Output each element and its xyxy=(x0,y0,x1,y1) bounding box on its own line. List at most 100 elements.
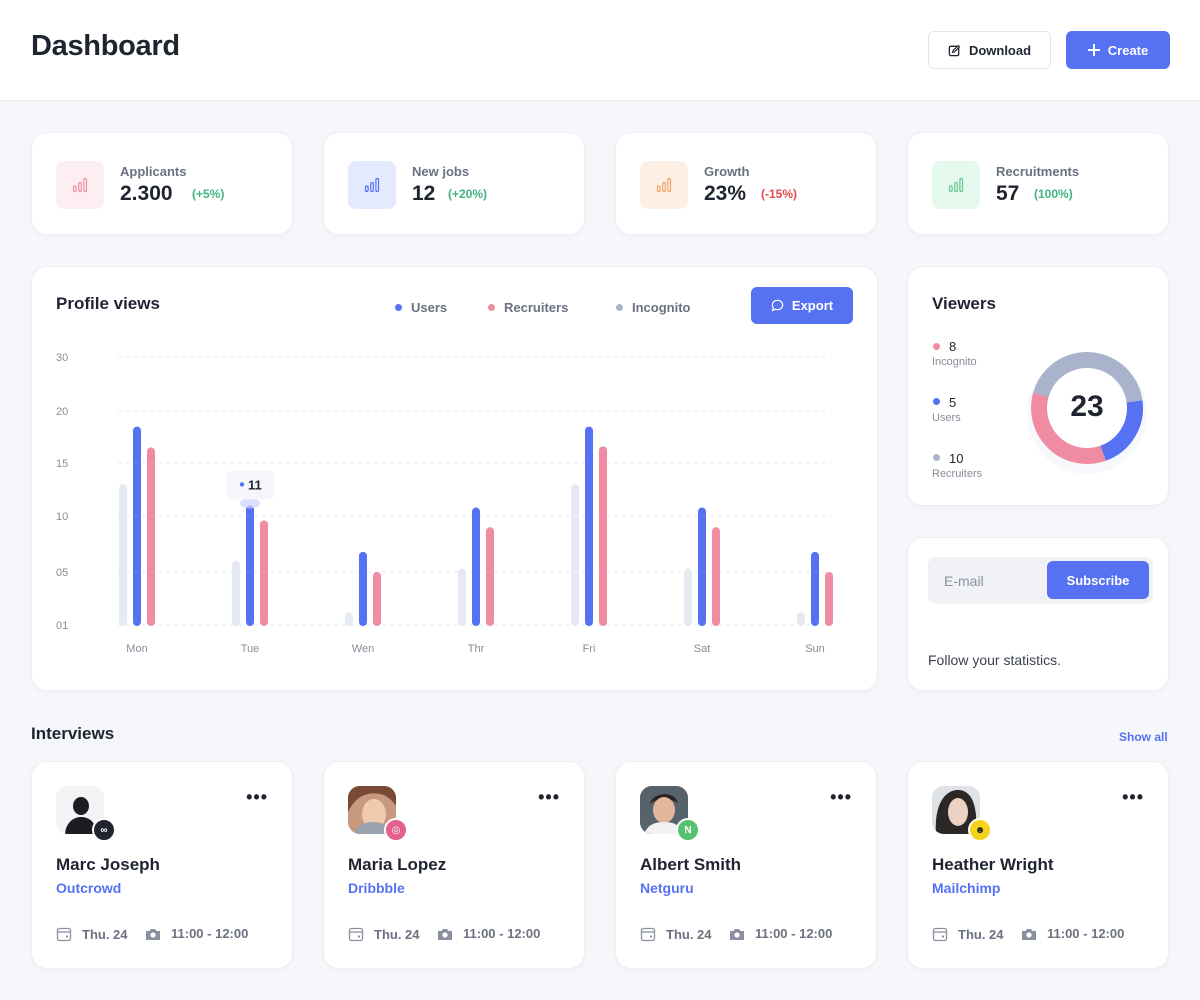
bar-incognito[interactable] xyxy=(119,484,127,626)
person-company[interactable]: Outcrowd xyxy=(56,880,121,896)
viewer-label: Recruiters xyxy=(932,468,983,480)
stat-change: (+5%) xyxy=(192,187,225,201)
email-field-wrapper: Subscribe xyxy=(928,557,1153,604)
bar-recruiters[interactable] xyxy=(825,572,833,626)
x-tick-label: Mon xyxy=(126,643,147,655)
subscribe-button[interactable]: Subscribe xyxy=(1047,561,1149,599)
x-tick-label: Sat xyxy=(694,643,711,655)
interview-card: ☻ ••• Heather Wright Mailchimp Thu. 24 1… xyxy=(907,761,1169,969)
bar-chart-icon xyxy=(56,161,104,209)
stat-label: Recruitments xyxy=(996,164,1080,179)
calendar-icon xyxy=(56,927,72,942)
interviews-title: Interviews xyxy=(31,724,115,743)
outcrowd-logo-icon: ∞ xyxy=(92,818,116,842)
bar-incognito[interactable] xyxy=(797,612,805,626)
y-tick-label: 10 xyxy=(56,511,68,523)
bar-chart-icon xyxy=(348,161,396,209)
stat-value: 23% xyxy=(704,182,747,205)
person-name: Maria Lopez xyxy=(348,855,447,874)
more-options-icon[interactable]: ••• xyxy=(1122,788,1144,806)
viewer-label: Incognito xyxy=(932,356,977,368)
stat-card-new-jobs: New jobs 12 (+20%) xyxy=(323,132,585,235)
interview-time: 11:00 - 12:00 xyxy=(437,926,540,941)
download-button[interactable]: Download xyxy=(928,31,1051,69)
page-title: Dashboard xyxy=(31,30,180,62)
bar-users[interactable] xyxy=(811,551,819,626)
mailchimp-logo-icon: ☻ xyxy=(968,818,992,842)
interview-date: Thu. 24 xyxy=(932,926,1004,942)
x-tick-label: Thr xyxy=(468,643,485,655)
viewer-dot-recruiters xyxy=(933,454,940,461)
x-tick-label: Tue xyxy=(241,643,260,655)
bar-incognito[interactable] xyxy=(345,612,353,626)
bar-recruiters[interactable] xyxy=(486,527,494,626)
bar-recruiters[interactable] xyxy=(712,527,720,626)
camera-icon xyxy=(1022,928,1036,940)
viewer-dot-users xyxy=(933,398,940,405)
bar-recruiters[interactable] xyxy=(373,572,381,626)
viewer-value: 8 xyxy=(949,339,957,354)
interview-date-text: Thu. 24 xyxy=(82,926,128,942)
bar-recruiters[interactable] xyxy=(260,520,268,626)
stat-value: 2.300 xyxy=(120,182,173,205)
more-options-icon[interactable]: ••• xyxy=(830,788,852,806)
stat-change: (-15%) xyxy=(761,187,798,201)
viewers-total: 23 xyxy=(1070,390,1104,423)
bar-chart-icon xyxy=(640,161,688,209)
create-label: Create xyxy=(1107,42,1149,58)
email-field[interactable] xyxy=(928,557,1046,604)
bar-users[interactable] xyxy=(359,551,367,626)
person-name: Heather Wright xyxy=(932,855,1054,874)
bar-users[interactable] xyxy=(133,426,141,626)
top-bar: Dashboard Download Create xyxy=(0,0,1200,101)
stat-card-growth: Growth 23% (-15%) xyxy=(615,132,877,235)
bar-users[interactable] xyxy=(246,505,254,626)
person-company[interactable]: Mailchimp xyxy=(932,880,1000,896)
stat-change: (+20%) xyxy=(448,187,488,201)
stat-change: (100%) xyxy=(1034,187,1073,201)
person-company[interactable]: Netguru xyxy=(640,880,694,896)
stat-label: New jobs xyxy=(412,164,470,179)
viewers-title: Viewers xyxy=(932,294,996,313)
calendar-icon xyxy=(932,927,948,942)
viewer-dot-incognito xyxy=(933,343,940,350)
bar-incognito[interactable] xyxy=(571,484,579,626)
interview-time-text: 11:00 - 12:00 xyxy=(171,926,249,941)
interview-date: Thu. 24 xyxy=(348,926,420,942)
y-tick-label: 30 xyxy=(56,352,68,364)
viewer-value: 5 xyxy=(949,395,957,410)
stat-label: Growth xyxy=(704,164,750,179)
bar-recruiters[interactable] xyxy=(599,446,607,626)
bar-incognito[interactable] xyxy=(684,568,692,626)
y-tick-label: 05 xyxy=(56,567,68,579)
bar-incognito[interactable] xyxy=(458,568,466,626)
interview-date: Thu. 24 xyxy=(56,926,128,942)
interview-date-text: Thu. 24 xyxy=(958,926,1004,942)
create-button[interactable]: Create xyxy=(1066,31,1170,69)
person-company[interactable]: Dribbble xyxy=(348,880,405,896)
camera-icon xyxy=(438,928,452,940)
bar-users[interactable] xyxy=(698,507,706,626)
plus-icon xyxy=(1087,44,1100,56)
x-tick-label: Sun xyxy=(805,643,825,655)
interview-time-text: 11:00 - 12:00 xyxy=(1047,926,1125,941)
interview-date-text: Thu. 24 xyxy=(374,926,420,942)
bar-chart-icon xyxy=(932,161,980,209)
more-options-icon[interactable]: ••• xyxy=(538,788,560,806)
y-tick-label: 20 xyxy=(56,406,68,418)
stat-value: 57 xyxy=(996,182,1020,205)
stat-label: Applicants xyxy=(120,164,187,179)
y-tick-label: 15 xyxy=(56,458,68,470)
show-all-link[interactable]: Show all xyxy=(1119,730,1168,744)
stat-card-recruitments: Recruitments 57 (100%) xyxy=(907,132,1169,235)
subscribe-text: Follow your statistics. xyxy=(928,652,1062,668)
bar-users[interactable] xyxy=(585,426,593,626)
bar-users[interactable] xyxy=(472,507,480,626)
calendar-icon xyxy=(640,927,656,942)
person-name: Marc Joseph xyxy=(56,855,160,874)
more-options-icon[interactable]: ••• xyxy=(246,788,268,806)
bar-recruiters[interactable] xyxy=(147,447,155,626)
bar-incognito[interactable] xyxy=(232,560,240,626)
interview-date-text: Thu. 24 xyxy=(666,926,712,942)
download-label: Download xyxy=(968,42,1032,58)
